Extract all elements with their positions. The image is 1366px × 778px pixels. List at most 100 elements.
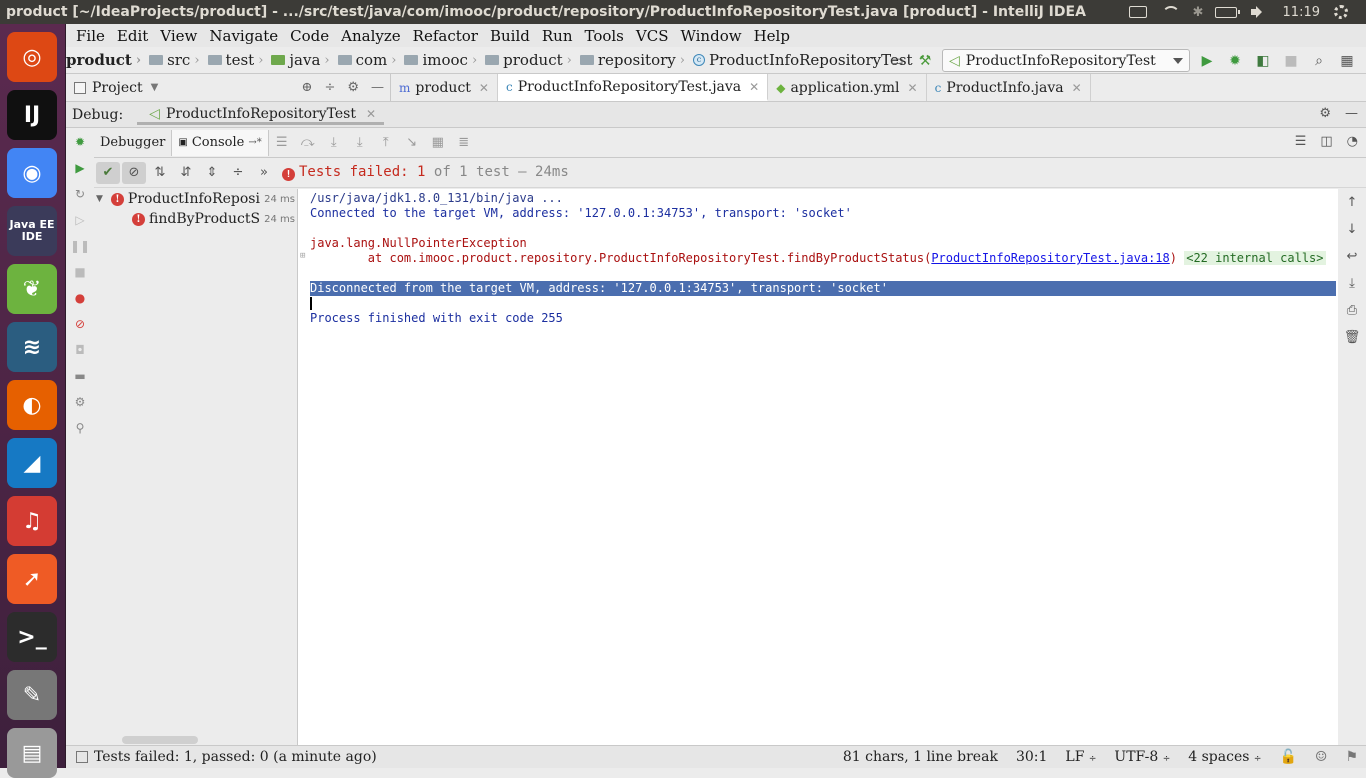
launcher-app-spring[interactable]: ❦ [7, 264, 57, 314]
menu-help[interactable]: Help [748, 27, 796, 45]
soft-wrap-icon[interactable]: ↩ [1347, 249, 1358, 264]
lock-icon[interactable]: 🔓 [1279, 749, 1296, 765]
expand-all-icon[interactable]: ⇕ [200, 162, 224, 184]
split-icon[interactable]: ◫ [1320, 134, 1332, 149]
resume-icon[interactable]: ▷ [72, 212, 88, 228]
layout-icon[interactable]: ▭ [886, 50, 908, 72]
launcher-app-wireshark[interactable]: ◢ [7, 438, 57, 488]
force-step-into-icon[interactable]: ⤓ [347, 135, 373, 150]
launcher-app-files[interactable]: ▤ [7, 728, 57, 778]
caret-position[interactable]: 30:1 [1016, 749, 1047, 765]
stop-icon[interactable]: ■ [72, 264, 88, 280]
breadcrumb-src[interactable]: src › [141, 51, 200, 69]
breadcrumb-project[interactable]: product › [66, 51, 141, 69]
system-gear-icon[interactable] [1334, 5, 1348, 19]
up-arrow-icon[interactable]: ↑ [1347, 195, 1358, 210]
pin-icon[interactable]: ⚲ [72, 420, 88, 436]
status-message[interactable]: Tests failed: 1, passed: 0 (a minute ago… [94, 749, 377, 765]
breadcrumb-test[interactable]: test › [200, 51, 263, 69]
console-output[interactable]: /usr/java/jdk1.8.0_131/bin/java ... Conn… [298, 189, 1338, 745]
project-pane-header[interactable]: Project ▼ ⊕ ÷ ⚙ — [66, 74, 391, 101]
minimize-icon[interactable]: — [371, 80, 384, 95]
menu-file[interactable]: File [70, 27, 111, 45]
battery-icon[interactable] [1214, 6, 1240, 18]
build-hammer-icon[interactable]: ⚒ [914, 50, 936, 72]
restart-icon[interactable]: ↻ [72, 186, 88, 202]
close-icon[interactable]: ✕ [749, 80, 759, 94]
menu-vcs[interactable]: VCS [630, 27, 675, 45]
inspector-icon[interactable]: ☺ [1315, 749, 1328, 765]
mute-breakpoints-icon[interactable]: ⊘ [72, 316, 88, 332]
file-encoding[interactable]: UTF-8 ÷ [1114, 749, 1170, 765]
menu-window[interactable]: Window [674, 27, 747, 45]
expand-arrow-icon[interactable]: ▼ [96, 194, 103, 204]
tab-debugger[interactable]: Debugger [94, 129, 173, 156]
menu-refactor[interactable]: Refactor [407, 27, 484, 45]
evaluate-icon[interactable]: ▦ [425, 135, 451, 150]
test-method-row[interactable]: ! findByProductS 24 ms [94, 209, 297, 229]
view-breakpoints-icon[interactable]: ● [72, 290, 88, 306]
menu-edit[interactable]: Edit [111, 27, 154, 45]
menu-tools[interactable]: Tools [578, 27, 629, 45]
search-icon[interactable]: ⌕ [1308, 50, 1330, 72]
line-separator[interactable]: LF ÷ [1065, 749, 1096, 765]
pause-icon[interactable]: ❚❚ [70, 238, 90, 254]
debug-icon[interactable]: ✹ [1224, 50, 1246, 72]
menu-lines-icon[interactable]: ☰ [269, 135, 295, 150]
close-icon[interactable]: ✕ [366, 107, 376, 121]
menu-build[interactable]: Build [484, 27, 536, 45]
breadcrumb-imooc[interactable]: imooc › [396, 51, 477, 69]
editor-tab[interactable]: m product ✕ [391, 74, 498, 101]
down-arrow-icon[interactable]: ↓ [1347, 222, 1358, 237]
test-suite-row[interactable]: ▼ ! ProductInfoReposi 24 ms [94, 189, 297, 209]
settings-gear-icon[interactable]: ⚙ [347, 80, 359, 95]
print-icon[interactable]: ⎙ [1347, 303, 1357, 318]
trash-icon[interactable]: 🗑 [1344, 330, 1361, 345]
editor-tab[interactable]: c ProductInfo.java ✕ [927, 74, 1091, 101]
system-tray[interactable]: ✱ 11:19 [1128, 5, 1366, 20]
collapse-all-icon[interactable]: ÷ [226, 162, 250, 184]
gauge-icon[interactable]: ◔ [1347, 134, 1358, 149]
breadcrumb-product[interactable]: product › [477, 51, 572, 69]
close-icon[interactable]: ✕ [908, 81, 918, 95]
debug-session-tab[interactable]: ◁ ProductInfoRepositoryTest ✕ [137, 104, 385, 125]
wifi-icon[interactable] [1161, 5, 1180, 19]
launcher-app-ubuntu[interactable]: ◎ [7, 32, 57, 82]
show-passed-icon[interactable]: ✔ [96, 161, 120, 184]
internal-calls-fold[interactable]: <22 internal calls> [1184, 251, 1326, 265]
show-ignored-icon[interactable]: ⊘ [122, 161, 146, 184]
breadcrumb-repository[interactable]: repository › [572, 51, 685, 69]
trace-icon[interactable]: ≣ [451, 135, 477, 150]
settings-gear-icon[interactable]: ⚙ [1319, 106, 1331, 121]
event-log-icon[interactable]: ▦ [1336, 50, 1358, 72]
breadcrumb-file[interactable]: c ProductInfoRepositoryTest [685, 51, 913, 69]
menu-analyze[interactable]: Analyze [335, 27, 407, 45]
menu-navigate[interactable]: Navigate [203, 27, 284, 45]
launcher-app-postman[interactable]: ➚ [7, 554, 57, 604]
bluetooth-icon[interactable]: ✱ [1193, 5, 1204, 20]
locate-icon[interactable]: ⊕ [302, 80, 313, 95]
bug-icon[interactable]: ✹ [72, 134, 88, 150]
settings-gear-icon[interactable]: ⚙ [72, 394, 88, 410]
launcher-app-java-ee-ide[interactable]: Java EE IDE [7, 206, 57, 256]
toolwindow-toggle-icon[interactable] [76, 751, 88, 763]
menu-run[interactable]: Run [536, 27, 579, 45]
minimize-icon[interactable]: — [1345, 106, 1358, 121]
sort-duration-icon[interactable]: ⇵ [174, 162, 198, 184]
launcher-app-firefox[interactable]: ◐ [7, 380, 57, 430]
run-icon[interactable]: ▶ [1196, 50, 1218, 72]
launcher-app-intellij-idea[interactable]: IJ [7, 90, 57, 140]
stop-icon[interactable]: ■ [1280, 50, 1302, 72]
event-icon[interactable]: ⚑ [1345, 749, 1358, 765]
breadcrumb-java[interactable]: java › [263, 51, 330, 69]
clock[interactable]: 11:19 [1283, 5, 1320, 20]
launcher-app-mysql-workbench[interactable]: ≋ [7, 322, 57, 372]
run-to-cursor-icon[interactable]: ↘ [399, 135, 425, 150]
close-icon[interactable]: ✕ [1072, 81, 1082, 95]
more-icon[interactable]: » [252, 162, 276, 184]
keyboard-icon[interactable] [1128, 6, 1147, 18]
scroll-to-end-icon[interactable]: ⤓ [1349, 276, 1355, 291]
collapse-icon[interactable]: ÷ [324, 80, 335, 95]
rerun-failed-icon[interactable]: ▶ [72, 160, 88, 176]
launcher-app-netease-music[interactable]: ♫ [7, 496, 57, 546]
